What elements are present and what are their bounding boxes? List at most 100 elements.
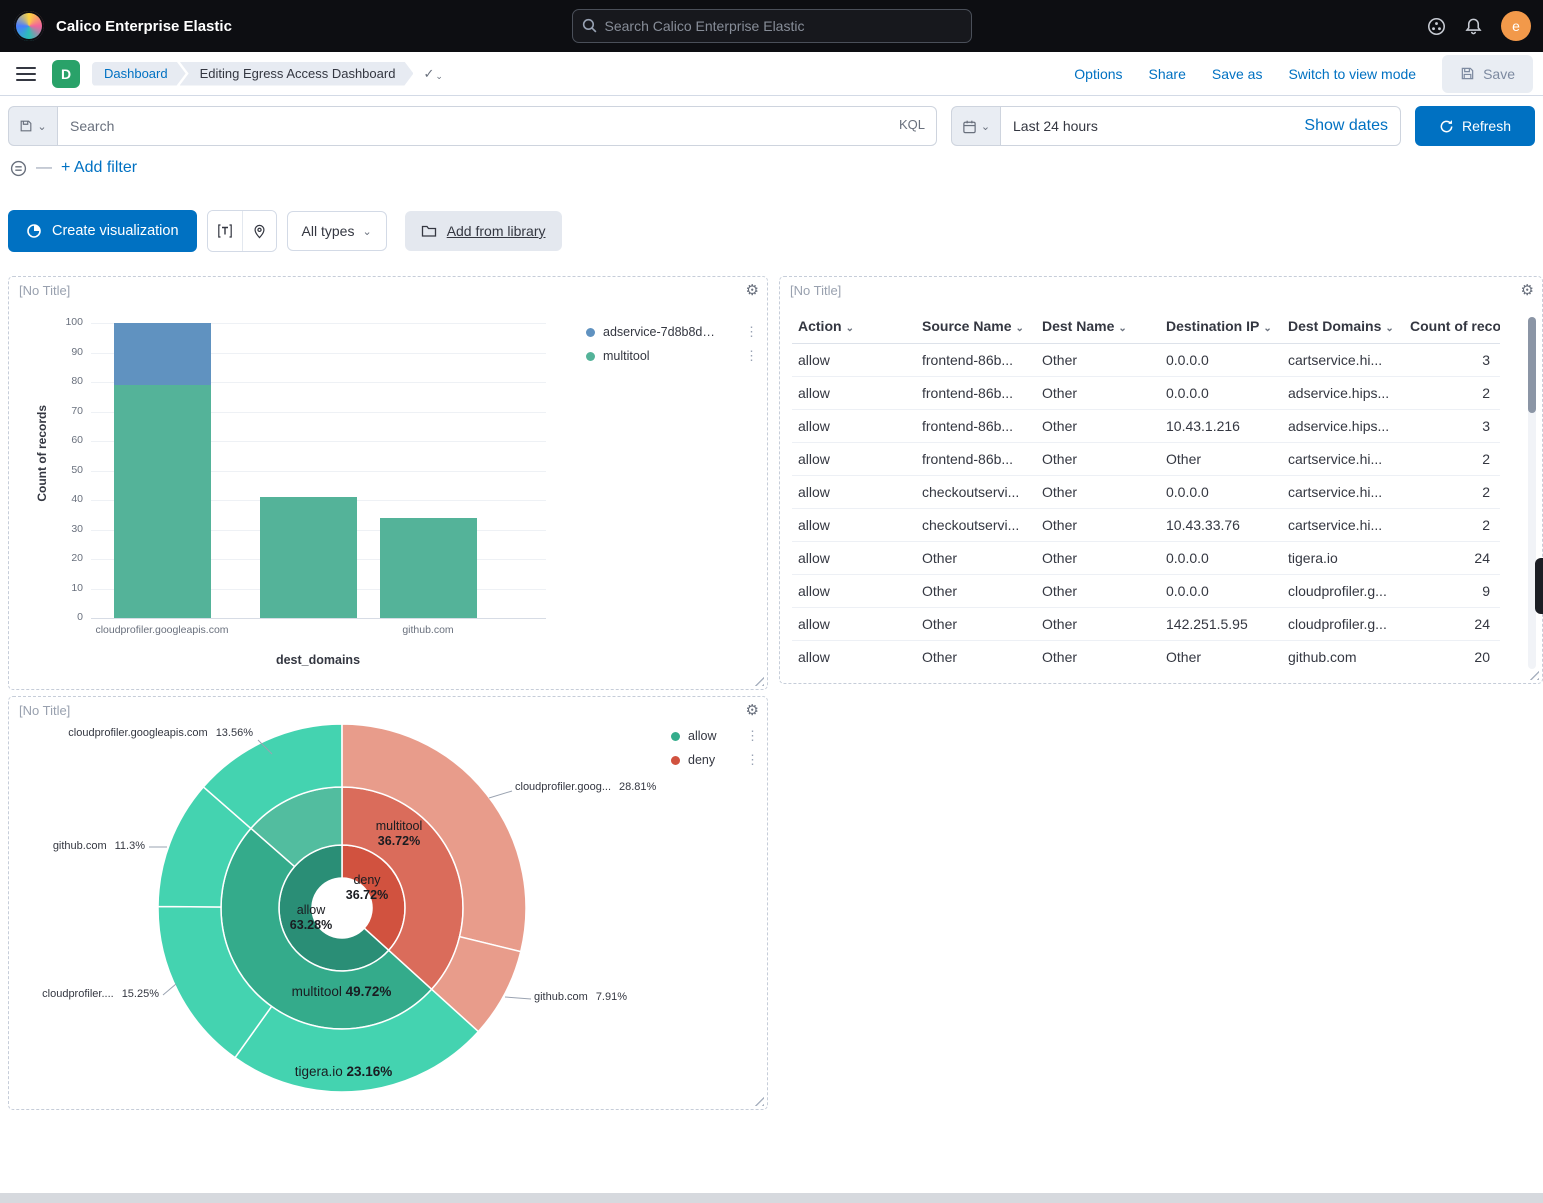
add-map-button[interactable] bbox=[242, 211, 276, 251]
date-picker-button[interactable]: ⌄ bbox=[951, 106, 1001, 146]
table-cell: Other bbox=[1036, 344, 1160, 377]
legend-menu-icon[interactable]: ⋮ bbox=[746, 728, 759, 744]
panel-settings-gear-icon[interactable]: ⚙ bbox=[1521, 281, 1534, 299]
cluster-icon[interactable] bbox=[1427, 17, 1446, 36]
legend-item[interactable]: deny⋮ bbox=[671, 749, 759, 771]
saved-query-icon bbox=[19, 119, 33, 133]
kql-search-input[interactable] bbox=[58, 106, 937, 146]
table-cell: Other bbox=[1036, 377, 1160, 410]
y-tick-label: 60 bbox=[45, 434, 83, 446]
chevron-down-icon: ⌄ bbox=[981, 120, 990, 133]
breadcrumb-bar: D Dashboard Editing Egress Access Dashbo… bbox=[0, 52, 1543, 96]
bar-segment[interactable] bbox=[260, 497, 357, 618]
sort-chevron-icon: ⌄ bbox=[1015, 323, 1023, 334]
save-as-button[interactable]: Save as bbox=[1212, 66, 1263, 82]
legend-item[interactable]: allow ⋮ bbox=[671, 725, 759, 747]
table-row[interactable]: allowOtherOther0.0.0.0cloudprofiler.g...… bbox=[792, 575, 1500, 608]
all-types-dropdown[interactable]: All types ⌄ bbox=[287, 211, 387, 251]
top-navigation-bar: Calico Enterprise Elastic e bbox=[0, 0, 1543, 52]
share-button[interactable]: Share bbox=[1149, 66, 1186, 82]
sunburst-chart bbox=[154, 720, 530, 1096]
table-cell: Other bbox=[1036, 641, 1160, 674]
options-button[interactable]: Options bbox=[1074, 66, 1122, 82]
legend-label: allow bbox=[688, 729, 717, 743]
table-row[interactable]: allowfrontend-86b...OtherOthercartservic… bbox=[792, 443, 1500, 476]
table-cell: Other bbox=[916, 608, 1036, 641]
saved-query-menu-button[interactable]: ⌄ bbox=[8, 106, 58, 146]
table-row[interactable]: allowfrontend-86b...Other10.43.1.216adse… bbox=[792, 410, 1500, 443]
bar-chart: 0102030405060708090100cloudprofiler.goog… bbox=[91, 323, 546, 618]
y-axis-title: Count of records bbox=[35, 405, 49, 502]
table-cell: cartservice.hi... bbox=[1282, 344, 1404, 377]
column-header[interactable]: Dest Name⌄ bbox=[1036, 309, 1160, 344]
show-dates-button[interactable]: Show dates bbox=[1304, 117, 1388, 135]
y-tick-label: 40 bbox=[45, 493, 83, 505]
table-cell: Other bbox=[1036, 575, 1160, 608]
table-cell: Other bbox=[1160, 443, 1282, 476]
create-visualization-button[interactable]: Create visualization bbox=[8, 210, 197, 252]
column-header[interactable]: Count of reco⌄ bbox=[1404, 309, 1500, 344]
sort-chevron-icon: ⌄ bbox=[1385, 323, 1393, 334]
panel-resize-handle[interactable] bbox=[751, 1093, 764, 1106]
breadcrumb-dashboard[interactable]: Dashboard bbox=[92, 62, 186, 86]
alerts-bell-icon[interactable] bbox=[1464, 17, 1483, 36]
filter-options-icon[interactable] bbox=[10, 160, 27, 177]
column-header[interactable]: Dest Domains⌄ bbox=[1282, 309, 1404, 344]
menu-hamburger-icon[interactable] bbox=[16, 67, 36, 81]
table-cell: Other bbox=[1160, 641, 1282, 674]
edit-title-icon[interactable]: ✓⌄ bbox=[423, 66, 442, 82]
y-tick-label: 80 bbox=[45, 375, 83, 387]
panel-resize-handle[interactable] bbox=[751, 673, 764, 686]
table-cell: 24 bbox=[1404, 608, 1500, 641]
add-from-library-button[interactable]: Add from library bbox=[405, 211, 562, 251]
data-table: Action⌄Source Name⌄Dest Name⌄Destination… bbox=[792, 309, 1500, 673]
elastic-logo bbox=[14, 11, 44, 41]
bar-segment[interactable] bbox=[114, 323, 211, 385]
table-scrollbar[interactable] bbox=[1528, 317, 1536, 669]
map-pin-icon bbox=[252, 224, 267, 239]
column-header[interactable]: Action⌄ bbox=[792, 309, 916, 344]
legend-item[interactable]: adservice-7d8b8d89...⋮ bbox=[586, 321, 758, 343]
save-button[interactable]: Save bbox=[1442, 55, 1533, 93]
legend-menu-icon[interactable]: ⋮ bbox=[745, 348, 758, 364]
dashboard-actions: Options Share Save as Switch to view mod… bbox=[1074, 55, 1543, 93]
table-row[interactable]: allowOtherOther142.251.5.95cloudprofiler… bbox=[792, 608, 1500, 641]
table-cell: allow bbox=[792, 476, 916, 509]
table-row[interactable]: allowOtherOtherOthergithub.com20 bbox=[792, 641, 1500, 674]
kql-language-button[interactable]: KQL bbox=[899, 117, 925, 132]
bar-segment[interactable] bbox=[114, 385, 211, 618]
table-row[interactable]: allowOtherOther0.0.0.0tigera.io24 bbox=[792, 542, 1500, 575]
column-header[interactable]: Source Name⌄ bbox=[916, 309, 1036, 344]
table-cell: Other bbox=[1036, 476, 1160, 509]
scrollbar-thumb[interactable] bbox=[1528, 317, 1536, 413]
legend-menu-icon[interactable]: ⋮ bbox=[745, 324, 758, 340]
table-cell: allow bbox=[792, 443, 916, 476]
chevron-down-icon: ⌄ bbox=[37, 120, 46, 133]
user-avatar[interactable]: e bbox=[1501, 11, 1531, 41]
panel-settings-gear-icon[interactable]: ⚙ bbox=[746, 281, 759, 299]
refresh-button[interactable]: Refresh bbox=[1415, 106, 1535, 146]
table-row[interactable]: allowcheckoutservi...Other10.43.33.76car… bbox=[792, 509, 1500, 542]
table-row[interactable]: allowfrontend-86b...Other0.0.0.0cartserv… bbox=[792, 344, 1500, 377]
add-text-button[interactable] bbox=[208, 211, 242, 251]
y-tick-label: 10 bbox=[45, 582, 83, 594]
table-cell: allow bbox=[792, 641, 916, 674]
add-filter-button[interactable]: + Add filter bbox=[61, 159, 137, 177]
chevron-down-icon: ⌄ bbox=[362, 225, 371, 238]
collapsed-flyout-handle[interactable] bbox=[1535, 558, 1543, 614]
y-tick-label: 30 bbox=[45, 523, 83, 535]
legend-menu-icon[interactable]: ⋮ bbox=[746, 752, 759, 768]
topbar-actions: e bbox=[1427, 0, 1531, 52]
table-row[interactable]: allowcheckoutservi...Other0.0.0.0cartser… bbox=[792, 476, 1500, 509]
switch-to-view-mode-button[interactable]: Switch to view mode bbox=[1288, 66, 1416, 82]
text-icon bbox=[217, 223, 233, 239]
panel-settings-gear-icon[interactable]: ⚙ bbox=[746, 701, 759, 719]
table-cell: checkoutservi... bbox=[916, 476, 1036, 509]
legend-item[interactable]: multitool⋮ bbox=[586, 345, 758, 367]
time-range-value[interactable]: Last 24 hours bbox=[1013, 118, 1098, 134]
table-cell: 24 bbox=[1404, 542, 1500, 575]
column-header[interactable]: Destination IP⌄ bbox=[1160, 309, 1282, 344]
global-search-input[interactable] bbox=[572, 9, 972, 43]
table-row[interactable]: allowfrontend-86b...Other0.0.0.0adservic… bbox=[792, 377, 1500, 410]
bar-segment[interactable] bbox=[380, 518, 477, 618]
